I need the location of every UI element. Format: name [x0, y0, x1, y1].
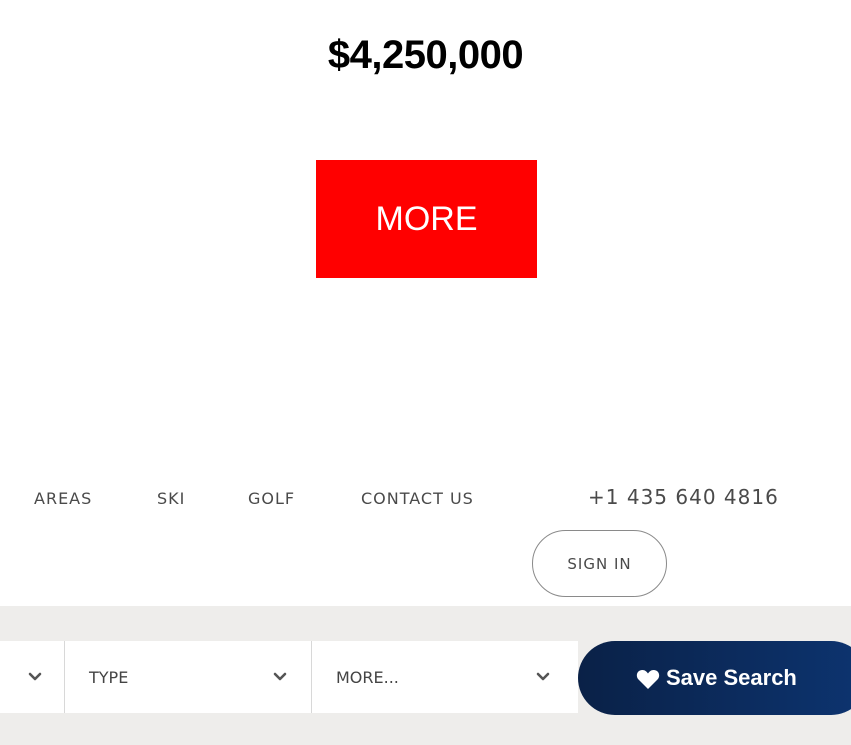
type-dropdown[interactable]: TYPE — [65, 641, 311, 713]
heart-icon — [636, 669, 660, 689]
nav-item-ski[interactable]: SKI — [157, 489, 185, 508]
sign-in-button[interactable]: SIGN IN — [532, 530, 667, 597]
phone-number[interactable]: +1 435 640 4816 — [588, 485, 779, 509]
save-search-button[interactable]: Save Search — [578, 641, 851, 715]
more-filters-dropdown[interactable]: MORE... — [312, 641, 578, 713]
more-filters-label: MORE... — [336, 667, 399, 687]
chevron-down-icon — [28, 672, 42, 681]
more-button-label: MORE — [375, 199, 478, 238]
nav-item-contact-us[interactable]: CONTACT US — [361, 489, 474, 508]
type-dropdown-label: TYPE — [89, 667, 129, 687]
sign-in-label: SIGN IN — [567, 554, 632, 573]
page: $4,250,000 MORE AREAS SKI GOLF CONTACT U… — [0, 0, 851, 745]
listing-price: $4,250,000 — [327, 33, 524, 77]
filter-dropdown-prev[interactable] — [0, 641, 64, 713]
save-search-label: Save Search — [666, 665, 797, 690]
more-button[interactable]: MORE — [316, 160, 537, 278]
nav-item-golf[interactable]: GOLF — [248, 489, 295, 508]
nav-item-areas[interactable]: AREAS — [34, 489, 92, 508]
chevron-down-icon — [273, 672, 287, 681]
chevron-down-icon — [536, 672, 550, 681]
